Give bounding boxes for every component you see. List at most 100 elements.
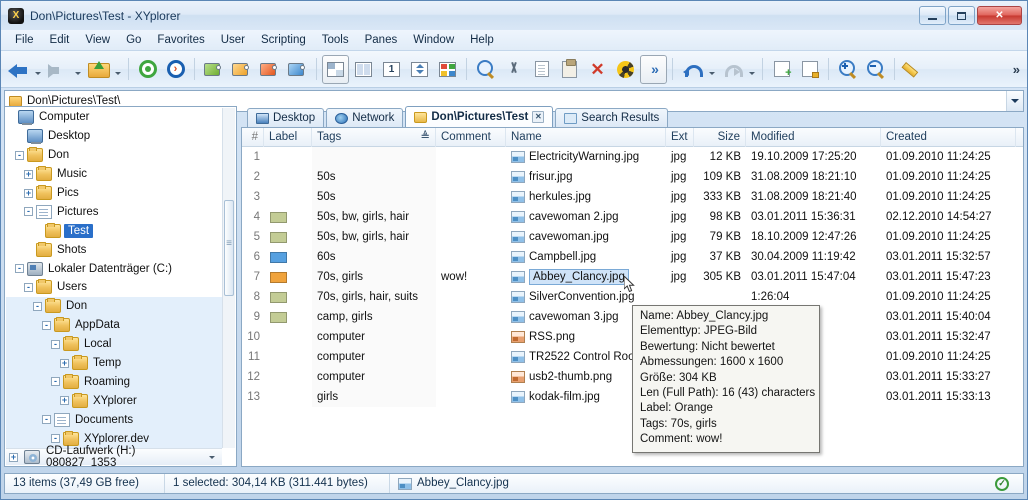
menu-item-go[interactable]: Go	[118, 32, 149, 48]
row-name[interactable]: Abbey_Clancy.jpg	[506, 267, 666, 287]
table-row[interactable]: 1 ElectricityWarning.jpg jpg 12 KB 19.10.200…	[242, 147, 1023, 167]
row-name[interactable]: frisur.jpg	[506, 167, 666, 187]
tree-item-roaming[interactable]: - Roaming	[6, 372, 222, 392]
expand-icon[interactable]: +	[60, 358, 69, 368]
collapse-icon[interactable]: -	[42, 415, 51, 425]
row-name[interactable]: Campbell.jpg	[506, 247, 666, 267]
maximize-button[interactable]	[948, 6, 975, 25]
move-to-button[interactable]: »	[640, 54, 667, 84]
expand-icon[interactable]: +	[24, 169, 33, 179]
redo-dropdown[interactable]	[746, 55, 757, 84]
tab-don-pictures-test[interactable]: Don\Pictures\Test ✕	[405, 106, 554, 127]
table-row[interactable]: 4 50s, bw, girls, hair cavewoman 2.jpg jpg 9…	[242, 207, 1023, 227]
wipe-button[interactable]	[612, 55, 639, 84]
collapse-icon[interactable]: -	[15, 264, 24, 274]
single-pane-button[interactable]: 1	[378, 55, 405, 84]
tree-item-local[interactable]: - Local	[6, 334, 222, 354]
tab-network[interactable]: Network	[326, 108, 404, 127]
tree-item-music[interactable]: + Music	[6, 165, 222, 184]
back-dropdown[interactable]	[32, 55, 43, 84]
menu-item-help[interactable]: Help	[462, 32, 502, 48]
column-header-tags[interactable]: Tags ≜	[312, 128, 436, 147]
collapse-icon[interactable]: -	[42, 320, 51, 330]
expand-icon[interactable]: +	[24, 188, 33, 198]
close-button[interactable]: ✕	[977, 6, 1022, 25]
menu-item-view[interactable]: View	[77, 32, 118, 48]
row-name[interactable]: cavewoman 2.jpg	[506, 207, 666, 227]
row-name[interactable]: cavewoman.jpg	[506, 227, 666, 247]
target-button[interactable]	[134, 55, 161, 84]
menu-item-edit[interactable]: Edit	[42, 32, 78, 48]
menu-item-file[interactable]: File	[7, 32, 42, 48]
collapse-icon[interactable]: -	[33, 301, 42, 311]
collapse-icon[interactable]: -	[51, 339, 60, 349]
paste-button[interactable]	[556, 55, 583, 84]
tree-item-shots[interactable]: Shots	[6, 240, 222, 259]
tab-search-results[interactable]: Search Results	[555, 108, 669, 127]
tag-red-button[interactable]	[256, 55, 283, 84]
collapse-icon[interactable]: -	[24, 207, 33, 217]
dual-pane-button[interactable]	[350, 55, 377, 84]
column-header-size[interactable]: Size	[694, 128, 746, 147]
new-folder-button[interactable]: +	[768, 55, 795, 84]
menu-item-panes[interactable]: Panes	[357, 32, 406, 48]
collapse-icon[interactable]: -	[51, 434, 60, 444]
tree-item-appdata[interactable]: - AppData	[6, 315, 222, 335]
up-dropdown[interactable]	[112, 55, 123, 84]
menu-item-favorites[interactable]: Favorites	[149, 32, 212, 48]
tree-footer-dropdown[interactable]	[205, 450, 219, 465]
tree-footer-drive[interactable]: + CD-Laufwerk (H:) 080827_1353	[6, 445, 222, 466]
tree-item-desktop[interactable]: Desktop	[6, 127, 222, 146]
table-row[interactable]: 5 50s, bw, girls, hair cavewoman.jpg jpg 79 …	[242, 227, 1023, 247]
expand-icon[interactable]: +	[9, 452, 18, 462]
tree-item-pics[interactable]: + Pics	[6, 184, 222, 203]
back-button[interactable]	[4, 55, 31, 84]
find-button[interactable]	[472, 55, 499, 84]
menu-item-user[interactable]: User	[213, 32, 253, 48]
column-header-created[interactable]: Created	[881, 128, 1016, 147]
undo-button[interactable]	[678, 55, 705, 84]
table-row[interactable]: 2 50s frisur.jpg jpg 109 KB 31.08.2009 18:21:…	[242, 167, 1023, 187]
tree-item-don[interactable]: - Don	[6, 296, 222, 316]
tab-desktop[interactable]: Desktop	[247, 108, 325, 127]
forward-button[interactable]	[44, 55, 71, 84]
minimize-button[interactable]	[919, 6, 946, 25]
sync-scroll-button[interactable]	[406, 55, 433, 84]
tree-item-documents[interactable]: - Documents	[6, 410, 222, 430]
column-header-ext[interactable]: Ext	[666, 128, 694, 147]
tree-item-don[interactable]: - Don	[6, 146, 222, 165]
forward-dropdown[interactable]	[72, 55, 83, 84]
tree-item-computer[interactable]: Computer	[6, 108, 222, 127]
tag-green-button[interactable]	[200, 55, 227, 84]
row-name[interactable]: herkules.jpg	[506, 187, 666, 207]
column-header-comment[interactable]: Comment	[436, 128, 506, 147]
column-header-modified[interactable]: Modified	[746, 128, 881, 147]
tree-item-test[interactable]: Test	[6, 221, 222, 240]
undo-dropdown[interactable]	[706, 55, 717, 84]
column-header-label[interactable]: Label	[264, 128, 312, 147]
collapse-icon[interactable]: -	[51, 377, 60, 387]
up-folder-button[interactable]	[84, 55, 111, 84]
delete-button[interactable]: ✕	[584, 55, 611, 84]
zoom-out-button[interactable]	[862, 55, 889, 84]
redo-button[interactable]	[718, 55, 745, 84]
expand-icon[interactable]: +	[60, 396, 69, 406]
tree-scrollbar[interactable]	[222, 108, 235, 448]
row-name[interactable]: SilverConvention.jpg	[506, 287, 666, 307]
tree-item-users[interactable]: - Users	[6, 278, 222, 297]
tree-item-pictures[interactable]: - Pictures	[6, 202, 222, 221]
tree-item-xyplorer[interactable]: + XYplorer	[6, 391, 222, 411]
tag-blue-button[interactable]	[284, 55, 311, 84]
tree-scrollbar-thumb[interactable]	[224, 200, 234, 296]
collapse-icon[interactable]: -	[24, 282, 33, 292]
rename-button[interactable]	[900, 55, 927, 84]
column-header-name[interactable]: Name	[506, 128, 666, 147]
pane-layout-button[interactable]	[322, 54, 349, 84]
menu-item-tools[interactable]: Tools	[314, 32, 357, 48]
color-filter-button[interactable]	[434, 55, 461, 84]
close-icon[interactable]: ✕	[532, 111, 545, 123]
menu-item-scripting[interactable]: Scripting	[253, 32, 314, 48]
toolbar-overflow-button[interactable]: »	[1013, 62, 1024, 77]
table-row[interactable]: 6 60s Campbell.jpg jpg 37 KB 30.04.2009 11:19…	[242, 247, 1023, 267]
tag-orange-button[interactable]	[228, 55, 255, 84]
